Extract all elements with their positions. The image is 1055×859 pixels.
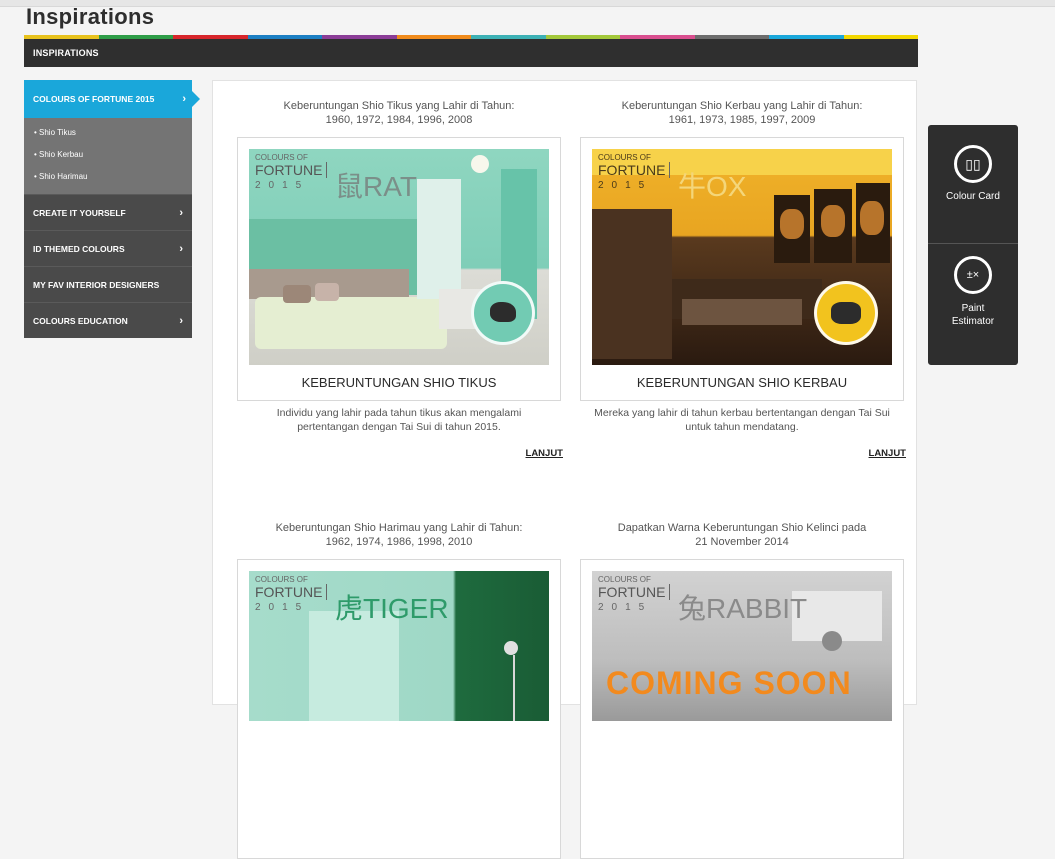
sidebar-subitem-shio-kerbau[interactable]: • Shio Kerbau — [24, 144, 192, 166]
chevron-right-icon: › — [179, 315, 183, 327]
sidebar-subitem-shio-harimau[interactable]: • Shio Harimau — [24, 166, 192, 188]
colour-card-button[interactable]: ▯▯ Colour Card — [928, 125, 1018, 243]
card-caption: Dapatkan Warna Keberuntungan Shio Kelinc… — [617, 522, 867, 548]
badge-animal: 兔RABBIT — [678, 593, 808, 624]
sidebar-item-label: COLOURS OF FORTUNE 2015 — [33, 94, 155, 104]
fortune-badge: COLOURS OF FORTUNE 2015 鼠RAT — [255, 153, 417, 211]
sidebar-item-label: MY FAV INTERIOR DESIGNERS — [33, 280, 160, 290]
sidebar-item-label: ID THEMED COLOURS — [33, 244, 125, 254]
sidebar-item-label: COLOURS EDUCATION — [33, 316, 128, 326]
card-caption: Keberuntungan Shio Tikus yang Lahir di T… — [283, 100, 515, 126]
sidebar-item-label: CREATE IT YOURSELF — [33, 208, 126, 218]
fortune-badge: COLOURS OF FORTUNE 2015 兔RABBIT — [598, 575, 807, 633]
badge-animal: 牛OX — [678, 171, 747, 202]
badge-animal: 虎TIGER — [335, 593, 449, 624]
calculator-icon: ±× — [954, 256, 992, 294]
fortune-badge: COLOURS OF FORTUNE 2015 虎TIGER — [255, 575, 449, 633]
sidebar-item-fav-interior-designers[interactable]: MY FAV INTERIOR DESIGNERS — [24, 266, 192, 302]
inspiration-card-kelinci: Dapatkan Warna Keberuntungan Shio Kelinc… — [580, 521, 904, 859]
inspiration-card-tikus: Keberuntungan Shio Tikus yang Lahir di T… — [237, 99, 563, 459]
rat-room-image[interactable]: COLOURS OF FORTUNE 2015 鼠RAT — [249, 149, 549, 365]
card-title: KEBERUNTUNGAN SHIO TIKUS — [301, 375, 497, 390]
chevron-right-icon: › — [179, 207, 183, 219]
sidebar-nav: COLOURS OF FORTUNE 2015 › • Shio Tikus •… — [24, 80, 200, 338]
chevron-right-icon: › — [179, 243, 183, 255]
card-title: KEBERUNTUNGAN SHIO KERBAU — [636, 375, 848, 390]
colour-card-label: Colour Card — [946, 191, 1000, 202]
sidebar-item-themed-colours[interactable]: ID THEMED COLOURS › — [24, 230, 192, 266]
inspiration-card-kerbau: Keberuntungan Shio Kerbau yang Lahir di … — [580, 99, 906, 459]
card-caption: Keberuntungan Shio Kerbau yang Lahir di … — [621, 100, 863, 126]
sidebar-item-colours-education[interactable]: COLOURS EDUCATION › — [24, 302, 192, 338]
side-tools-widget: ▯▯ Colour Card ±× Paint Estimator — [928, 125, 1018, 365]
content-panel: Keberuntungan Shio Tikus yang Lahir di T… — [212, 80, 917, 859]
card-caption: Keberuntungan Shio Harimau yang Lahir di… — [275, 522, 523, 548]
more-link[interactable]: LANJUT — [237, 448, 563, 459]
ox-icon — [814, 281, 878, 345]
card-frame[interactable]: COLOURS OF FORTUNE 2015 兔RABBIT COMING S… — [580, 559, 904, 859]
section-bar: INSPIRATIONS — [24, 39, 918, 67]
rabbit-room-image[interactable]: COLOURS OF FORTUNE 2015 兔RABBIT COMING S… — [592, 571, 892, 721]
tiger-room-image[interactable]: COLOURS OF FORTUNE 2015 虎TIGER — [249, 571, 549, 721]
badge-animal: 鼠RAT — [335, 171, 417, 202]
page-title: Inspirations — [26, 4, 155, 29]
fortune-badge: COLOURS OF FORTUNE 2015 牛OX — [598, 153, 746, 211]
sidebar-subitem-shio-tikus[interactable]: • Shio Tikus — [24, 122, 192, 144]
card-frame[interactable]: COLOURS OF FORTUNE 2015 鼠RAT KEBERUNTUNG… — [237, 137, 561, 401]
card-description: Mereka yang lahir di tahun kerbau berten… — [594, 407, 890, 433]
sidebar-item-colours-of-fortune[interactable]: COLOURS OF FORTUNE 2015 › — [24, 80, 200, 118]
sidebar-item-create-it-yourself[interactable]: CREATE IT YOURSELF › — [24, 194, 192, 230]
colour-card-icon: ▯▯ — [954, 145, 992, 183]
card-frame[interactable]: COLOURS OF FORTUNE 2015 虎TIGER — [237, 559, 561, 859]
more-link[interactable]: LANJUT — [580, 448, 906, 459]
inspiration-card-harimau: Keberuntungan Shio Harimau yang Lahir di… — [237, 521, 561, 859]
paint-estimator-button[interactable]: ±× Paint Estimator — [928, 244, 1018, 362]
top-divider — [0, 0, 1055, 7]
card-description: Individu yang lahir pada tahun tikus aka… — [276, 407, 522, 433]
coming-soon-overlay: COMING SOON — [606, 665, 852, 701]
chevron-right-icon: › — [182, 93, 186, 105]
sidebar-sublist: • Shio Tikus • Shio Kerbau • Shio Harima… — [24, 118, 192, 194]
ox-room-image[interactable]: COLOURS OF FORTUNE 2015 牛OX — [592, 149, 892, 365]
rat-icon — [471, 281, 535, 345]
paint-estimator-label: Paint Estimator — [951, 303, 995, 327]
card-frame[interactable]: COLOURS OF FORTUNE 2015 牛OX KEBERUNTUNGA… — [580, 137, 904, 401]
